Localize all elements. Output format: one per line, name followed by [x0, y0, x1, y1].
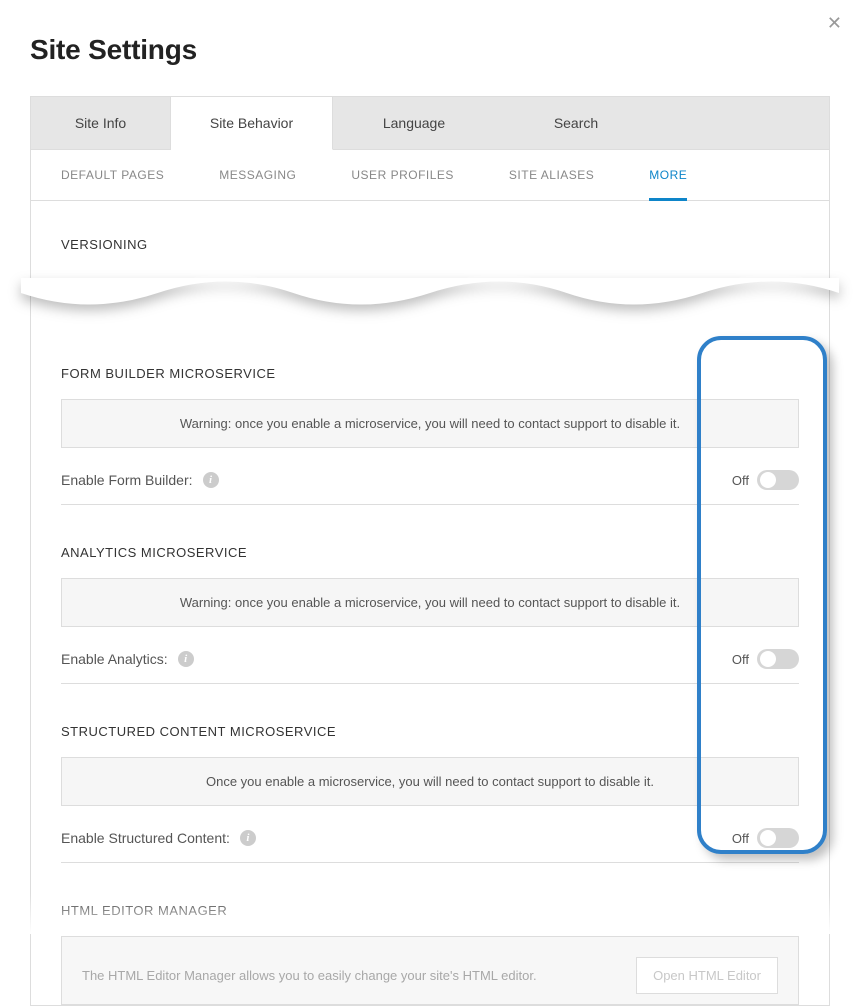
- open-html-editor-button[interactable]: Open HTML Editor: [636, 957, 778, 994]
- section-heading-html-editor: HTML EDITOR MANAGER: [61, 863, 799, 936]
- subtab-more[interactable]: MORE: [649, 150, 687, 200]
- warning-analytics: Warning: once you enable a microservice,…: [61, 578, 799, 627]
- toggle-row-analytics: Enable Analytics: i Off: [61, 649, 799, 684]
- info-icon[interactable]: i: [203, 472, 219, 488]
- tab-site-behavior[interactable]: Site Behavior: [171, 97, 333, 150]
- section-heading-versioning: VERSIONING: [61, 201, 799, 270]
- html-editor-box: The HTML Editor Manager allows you to ea…: [61, 936, 799, 1005]
- primary-tab-bar: Site Info Site Behavior Language Search: [31, 97, 829, 150]
- toggle-row-structured-content: Enable Structured Content: i Off: [61, 828, 799, 863]
- toggle-state-analytics: Off: [732, 652, 749, 667]
- content-area: VERSIONING FORM BUILDER MICROSERVICE War…: [31, 201, 829, 1005]
- toggle-switch-analytics[interactable]: [757, 649, 799, 669]
- warning-form-builder: Warning: once you enable a microservice,…: [61, 399, 799, 448]
- html-editor-description: The HTML Editor Manager allows you to ea…: [82, 968, 636, 983]
- content-break-divider: [21, 278, 839, 328]
- toggle-label-analytics: Enable Analytics:: [61, 651, 168, 667]
- subtab-default-pages[interactable]: DEFAULT PAGES: [61, 150, 164, 200]
- tab-search[interactable]: Search: [495, 97, 657, 149]
- toggle-state-structured-content: Off: [732, 831, 749, 846]
- settings-panel: Site Info Site Behavior Language Search …: [30, 96, 830, 1006]
- toggle-switch-form-builder[interactable]: [757, 470, 799, 490]
- toggle-switch-structured-content[interactable]: [757, 828, 799, 848]
- toggle-label-structured-content: Enable Structured Content:: [61, 830, 230, 846]
- subtab-site-aliases[interactable]: SITE ALIASES: [509, 150, 594, 200]
- tab-language[interactable]: Language: [333, 97, 495, 149]
- close-icon[interactable]: ✕: [827, 14, 842, 32]
- warning-structured-content: Once you enable a microservice, you will…: [61, 757, 799, 806]
- info-icon[interactable]: i: [240, 830, 256, 846]
- toggle-row-form-builder: Enable Form Builder: i Off: [61, 470, 799, 505]
- sub-tab-bar: DEFAULT PAGES MESSAGING USER PROFILES SI…: [31, 150, 829, 201]
- info-icon[interactable]: i: [178, 651, 194, 667]
- toggle-label-form-builder: Enable Form Builder:: [61, 472, 193, 488]
- section-heading-analytics: ANALYTICS MICROSERVICE: [61, 505, 799, 578]
- section-heading-structured-content: STRUCTURED CONTENT MICROSERVICE: [61, 684, 799, 757]
- toggle-state-form-builder: Off: [732, 473, 749, 488]
- page-title: Site Settings: [30, 34, 830, 66]
- subtab-messaging[interactable]: MESSAGING: [219, 150, 296, 200]
- subtab-user-profiles[interactable]: USER PROFILES: [351, 150, 454, 200]
- tab-site-info[interactable]: Site Info: [31, 97, 171, 149]
- section-heading-form-builder: FORM BUILDER MICROSERVICE: [61, 338, 799, 399]
